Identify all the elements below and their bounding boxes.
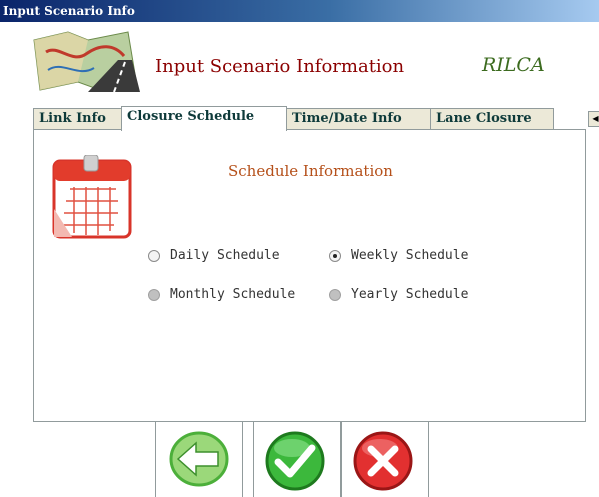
- section-title: Schedule Information: [228, 162, 393, 180]
- radio-label: Daily Schedule: [170, 248, 280, 263]
- tab-lane-closure[interactable]: Lane Closure: [430, 108, 554, 130]
- tab-time-date-info[interactable]: Time/Date Info: [286, 108, 431, 130]
- tab-strip: Link Info Closure Schedule Time/Date Inf…: [33, 106, 599, 131]
- checkmark-icon: [265, 431, 325, 491]
- map-logo-icon: [33, 31, 140, 92]
- tab-scroll-left-icon[interactable]: ◀: [588, 111, 599, 127]
- radio-yearly[interactable]: [329, 288, 341, 301]
- brand-logo: RILCA: [482, 54, 545, 76]
- page-title: Input Scenario Information: [155, 56, 405, 77]
- daily-schedule-radio[interactable]: Daily Schedule: [148, 248, 280, 263]
- weekly-schedule-radio[interactable]: Weekly Schedule: [329, 248, 468, 263]
- close-icon: [353, 431, 413, 491]
- tab-closure-schedule[interactable]: Closure Schedule: [121, 106, 287, 131]
- cancel-button[interactable]: [341, 422, 429, 497]
- radio-label: Weekly Schedule: [351, 248, 469, 263]
- tab-scroll-buttons: ◀ ▶: [588, 111, 599, 127]
- radio-label: Monthly Schedule: [170, 287, 296, 302]
- radio-daily[interactable]: [148, 249, 160, 262]
- radio-label: Yearly Schedule: [351, 287, 469, 302]
- window-title: Input Scenario Info: [0, 0, 599, 22]
- monthly-schedule-radio[interactable]: Monthly Schedule: [148, 287, 295, 302]
- radio-monthly[interactable]: [148, 288, 160, 301]
- tab-link-info[interactable]: Link Info: [33, 108, 122, 130]
- calendar-icon: [52, 155, 132, 239]
- radio-weekly[interactable]: [329, 249, 341, 262]
- back-button[interactable]: [155, 422, 243, 497]
- back-arrow-icon: [169, 431, 229, 487]
- button-bar: [0, 422, 599, 497]
- ok-button[interactable]: [253, 422, 341, 497]
- yearly-schedule-radio[interactable]: Yearly Schedule: [329, 287, 468, 302]
